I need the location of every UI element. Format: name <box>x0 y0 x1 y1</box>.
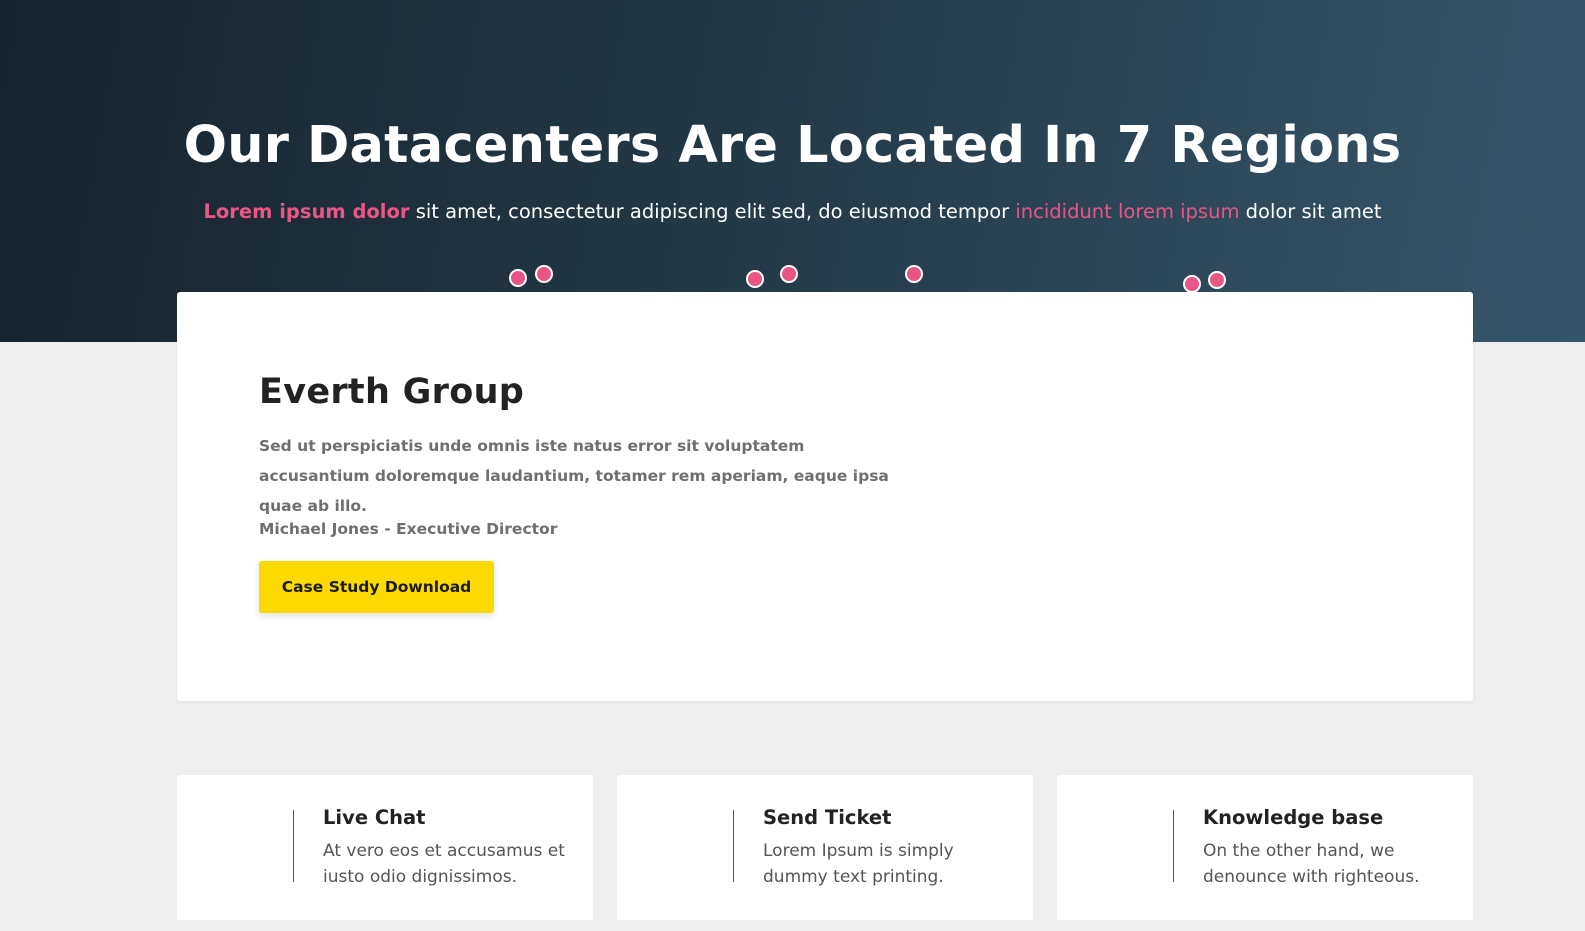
case-study-download-button[interactable]: Case Study Download <box>259 561 494 613</box>
support-text: At vero eos et accusamus et iusto odio d… <box>323 841 565 887</box>
datacenter-marker-4[interactable] <box>780 265 798 283</box>
support-card-live-chat[interactable]: Live Chat At vero eos et accusamus et iu… <box>177 775 593 920</box>
datacenter-marker-6[interactable] <box>1183 275 1201 293</box>
datacenter-marker-3[interactable] <box>746 270 764 288</box>
subtitle-text-1: sit amet, consectetur adipiscing elit se… <box>409 200 1016 223</box>
case-study-title: Everth Group <box>259 372 525 412</box>
support-text: On the other hand, we denounce with righ… <box>1203 841 1420 887</box>
subtitle-highlight: incididunt lorem ipsum <box>1015 200 1240 223</box>
support-title: Live Chat <box>323 806 426 829</box>
hero-subtitle: Lorem ipsum dolor sit amet, consectetur … <box>0 200 1585 223</box>
support-divider <box>733 810 734 882</box>
support-divider <box>1173 810 1174 882</box>
case-study-description: Sed ut perspiciatis unde omnis iste natu… <box>259 437 889 515</box>
support-title: Knowledge base <box>1203 806 1384 829</box>
subtitle-highlight-bold: Lorem ipsum dolor <box>203 200 410 223</box>
hero-section: Our Datacenters Are Located In 7 Regions… <box>0 0 1585 342</box>
support-title: Send Ticket <box>763 806 892 829</box>
support-card-knowledge-base[interactable]: Knowledge base On the other hand, we den… <box>1057 775 1473 920</box>
datacenter-marker-2[interactable] <box>535 265 553 283</box>
support-text: Lorem Ipsum is simply dummy text printin… <box>763 841 954 887</box>
datacenter-marker-1[interactable] <box>509 269 527 287</box>
datacenter-marker-7[interactable] <box>1208 271 1226 289</box>
support-divider <box>293 810 294 882</box>
case-study-author: Michael Jones - Executive Director <box>259 520 558 538</box>
subtitle-text-2: dolor sit amet <box>1239 200 1382 223</box>
case-study-card: Everth Group Sed ut perspiciatis unde om… <box>177 292 1473 701</box>
hero-title: Our Datacenters Are Located In 7 Regions <box>183 116 1402 175</box>
datacenter-marker-5[interactable] <box>905 265 923 283</box>
support-card-send-ticket[interactable]: Send Ticket Lorem Ipsum is simply dummy … <box>617 775 1033 920</box>
